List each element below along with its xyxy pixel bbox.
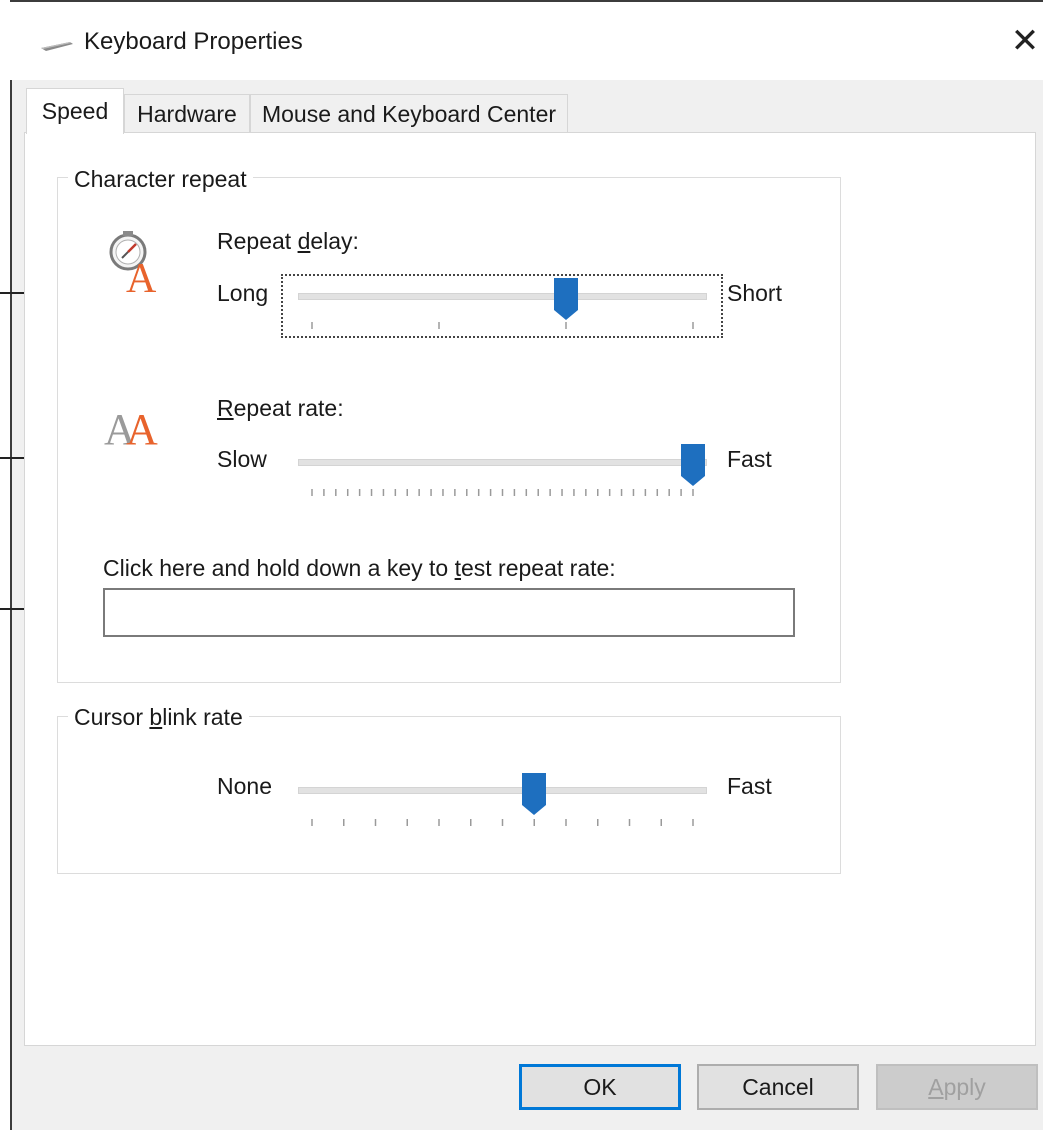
repeat-delay-min-label: Long <box>217 280 269 306</box>
close-icon: ✕ <box>1010 22 1040 60</box>
tab-speed[interactable]: Speed <box>26 88 124 134</box>
cursor-blink-min-label: None <box>217 773 272 799</box>
label-part: epeat rate: <box>233 395 344 421</box>
repeat-delay-slider-track[interactable] <box>298 293 707 300</box>
repeat-rate-label: Repeat rate: <box>217 395 344 422</box>
ok-button[interactable]: OK <box>519 1064 681 1110</box>
cursor-blink-slider-track[interactable] <box>298 787 707 794</box>
repeat-rate-slider-thumb[interactable] <box>681 444 705 486</box>
tab-label: Hardware <box>137 101 237 127</box>
button-label: pply <box>943 1073 986 1100</box>
tab-label: Mouse and Keyboard Center <box>261 101 557 127</box>
svg-text:A: A <box>126 405 158 448</box>
cancel-button[interactable]: Cancel <box>697 1064 859 1110</box>
access-key: A <box>928 1073 944 1100</box>
test-repeat-rate-input[interactable] <box>103 588 795 637</box>
button-label: OK <box>583 1073 617 1100</box>
repeat-rate-slider-track[interactable] <box>298 459 707 466</box>
clock-letter-icon: A <box>109 231 157 296</box>
tab-hardware[interactable]: Hardware <box>124 94 250 134</box>
access-key: b <box>149 704 163 730</box>
svg-text:A: A <box>126 256 157 296</box>
repeat-delay-ticks <box>311 322 694 329</box>
keyboard-icon <box>41 42 73 51</box>
apply-button[interactable]: Apply <box>876 1064 1038 1110</box>
repeat-delay-max-label: Short <box>727 280 782 306</box>
access-key: R <box>217 395 234 421</box>
character-repeat-group-title: Character repeat <box>68 166 253 193</box>
cursor-blink-rate-group-title: Cursor blink rate <box>68 704 249 731</box>
label-part: elay: <box>310 228 359 254</box>
close-button[interactable]: ✕ <box>1000 18 1043 64</box>
label-part: Repeat <box>217 228 298 254</box>
repeat-delay-label: Repeat delay: <box>217 228 359 255</box>
double-letter-icon: A A <box>104 405 158 448</box>
repeat-rate-ticks <box>311 489 694 496</box>
cursor-blink-slider-thumb[interactable] <box>522 773 547 815</box>
label-part: est repeat rate: <box>460 555 616 581</box>
cursor-blink-max-label: Fast <box>727 773 772 799</box>
window-title: Keyboard Properties <box>84 28 303 55</box>
cursor-blink-rate-group <box>57 716 841 874</box>
tab-mouse-and-keyboard-center[interactable]: Mouse and Keyboard Center <box>250 94 568 134</box>
label-part: Cursor <box>74 704 150 730</box>
label-part: Click here and hold down a key to <box>103 555 455 581</box>
tab-label: Speed <box>41 98 109 124</box>
repeat-rate-min-label: Slow <box>217 446 267 472</box>
title-bar: Keyboard Properties ✕ <box>10 2 1043 80</box>
access-key: d <box>297 228 311 254</box>
label-part: link rate <box>162 704 243 730</box>
cursor-blink-ticks <box>311 819 694 826</box>
test-repeat-rate-label: Click here and hold down a key to test r… <box>103 555 616 582</box>
repeat-rate-max-label: Fast <box>727 446 772 472</box>
repeat-delay-slider-thumb[interactable] <box>554 278 578 320</box>
button-label: Cancel <box>742 1073 814 1100</box>
